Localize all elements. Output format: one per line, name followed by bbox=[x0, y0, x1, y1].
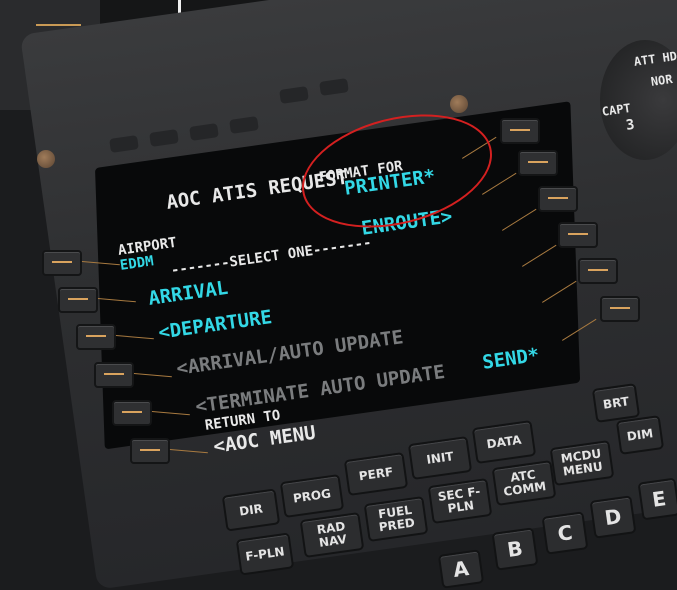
lsk-1r[interactable] bbox=[500, 118, 540, 144]
lsk-1l[interactable] bbox=[42, 250, 82, 276]
a-key[interactable]: A bbox=[437, 549, 485, 589]
e-key[interactable]: E bbox=[637, 477, 677, 521]
lsk-4l[interactable] bbox=[94, 362, 134, 388]
lsk-3l[interactable] bbox=[76, 324, 116, 350]
f-pln-key[interactable]: F-PLN bbox=[235, 532, 295, 576]
lsk-5r[interactable] bbox=[578, 258, 618, 284]
screw-icon bbox=[37, 150, 55, 168]
dir-key[interactable]: DIR bbox=[221, 488, 281, 532]
lsk-4r[interactable] bbox=[558, 222, 598, 248]
lsk-2r[interactable] bbox=[518, 150, 558, 176]
lsk-6l[interactable] bbox=[130, 438, 170, 464]
d-key[interactable]: D bbox=[589, 495, 637, 539]
norm-label: NOR bbox=[650, 71, 674, 89]
dim-key[interactable]: DIM bbox=[615, 415, 665, 455]
lsk-5l[interactable] bbox=[112, 400, 152, 426]
lsk-2l[interactable] bbox=[58, 287, 98, 313]
brt-key[interactable]: BRT bbox=[591, 383, 641, 423]
b-key[interactable]: B bbox=[491, 527, 539, 571]
indicator-bar bbox=[36, 24, 81, 26]
screw-icon bbox=[450, 95, 468, 113]
c-key[interactable]: C bbox=[541, 511, 589, 555]
lsk-3r[interactable] bbox=[538, 186, 578, 212]
lsk-6r[interactable] bbox=[600, 296, 640, 322]
